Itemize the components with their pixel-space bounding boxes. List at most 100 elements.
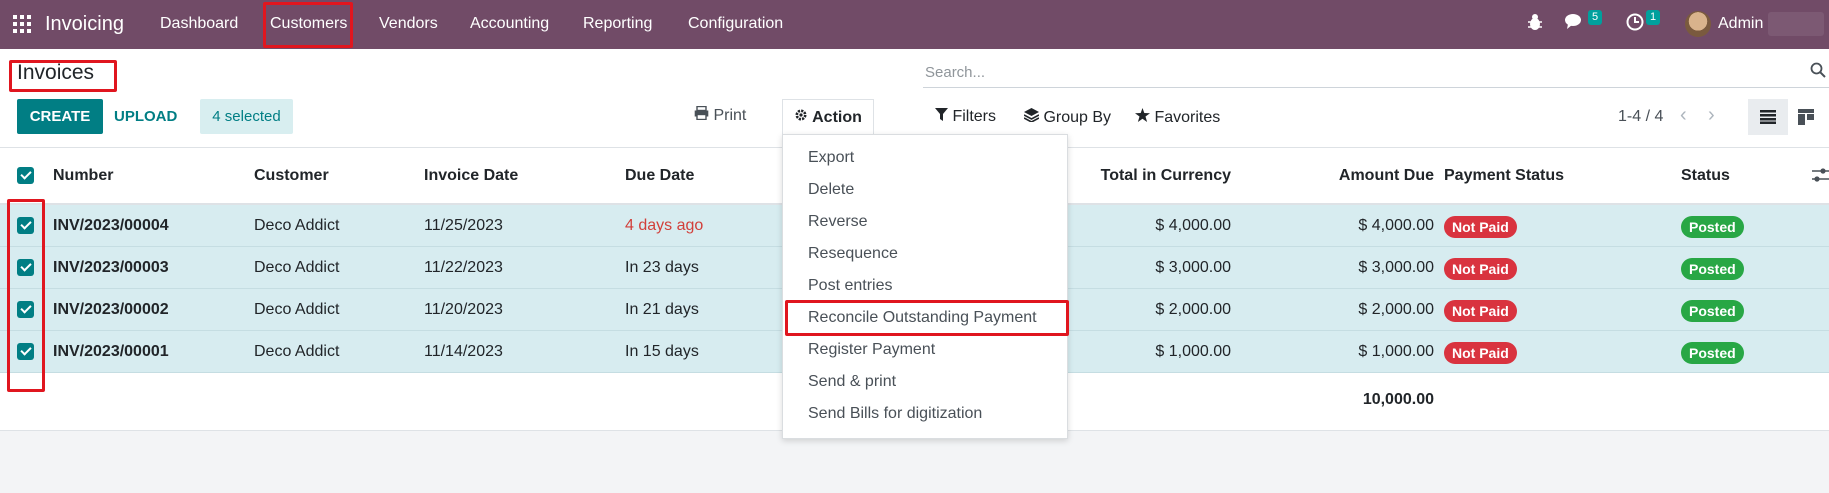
print-label: Print — [713, 107, 747, 124]
action-delete[interactable]: Delete — [808, 181, 854, 199]
amount-due: $ 2,000.00 — [1358, 301, 1434, 318]
favorites-label: Favorites — [1154, 109, 1221, 126]
menu-vendors[interactable]: Vendors — [379, 15, 438, 33]
list-footer-background — [0, 430, 1829, 493]
payment-status-badge: Not Paid — [1444, 216, 1517, 238]
activity-clock-icon[interactable] — [1626, 13, 1644, 36]
action-reconcile-outstanding-payment[interactable]: Reconcile Outstanding Payment — [808, 309, 1037, 327]
invoice-date: 11/20/2023 — [424, 301, 503, 318]
blurred-company — [1768, 12, 1824, 36]
kanban-view-button[interactable] — [1786, 99, 1826, 135]
app-menu-grid-icon[interactable] — [13, 15, 31, 33]
customer-name: Deco Addict — [254, 259, 340, 276]
customer-name: Deco Addict — [254, 217, 340, 234]
amount-due: $ 4,000.00 — [1358, 217, 1434, 234]
amount-due: $ 3,000.00 — [1358, 259, 1434, 276]
filter-icon — [935, 108, 948, 125]
payment-status-badge: Not Paid — [1444, 300, 1517, 322]
select-all-checkbox[interactable] — [17, 167, 34, 184]
action-send-and-print[interactable]: Send & print — [808, 373, 896, 391]
invoice-date: 11/14/2023 — [424, 343, 503, 360]
menu-reporting[interactable]: Reporting — [583, 15, 652, 33]
status-badge: Posted — [1681, 342, 1744, 364]
pager-previous-icon[interactable]: ‹ — [1680, 104, 1687, 127]
action-button[interactable]: Action — [782, 99, 874, 135]
action-send-bills-for-digitization[interactable]: Send Bills for digitization — [808, 405, 982, 423]
menu-configuration[interactable]: Configuration — [688, 15, 783, 33]
top-navbar: Invoicing Dashboard Customers Vendors Ac… — [0, 0, 1829, 49]
optional-columns-icon[interactable] — [1812, 167, 1829, 188]
due-date: 4 days ago — [625, 217, 704, 234]
due-date: In 15 days — [625, 343, 699, 360]
row-checkbox[interactable] — [17, 301, 34, 318]
invoice-number: INV/2023/00004 — [53, 217, 169, 234]
status-badge: Posted — [1681, 216, 1744, 238]
due-date: In 23 days — [625, 259, 699, 276]
user-name[interactable]: Admin — [1718, 15, 1763, 33]
payment-status-badge: Not Paid — [1444, 258, 1517, 280]
layers-icon — [1023, 108, 1040, 126]
filters-button[interactable]: Filters — [935, 108, 996, 126]
header-due-date[interactable]: Due Date — [625, 167, 694, 185]
header-customer[interactable]: Customer — [254, 167, 329, 185]
favorites-button[interactable]: Favorites — [1135, 108, 1220, 127]
row-checkbox[interactable] — [17, 343, 34, 360]
due-date: In 21 days — [625, 301, 699, 318]
action-register-payment[interactable]: Register Payment — [808, 341, 935, 359]
invoice-number: INV/2023/00001 — [53, 343, 169, 360]
list-view-icon — [1760, 110, 1776, 124]
search-input[interactable] — [923, 58, 1829, 88]
status-badge: Posted — [1681, 258, 1744, 280]
print-icon — [694, 105, 709, 124]
menu-customers[interactable]: Customers — [270, 15, 347, 33]
total-in-currency: $ 3,000.00 — [1155, 259, 1231, 276]
status-badge: Posted — [1681, 300, 1744, 322]
menu-dashboard[interactable]: Dashboard — [160, 15, 238, 33]
row-checkbox[interactable] — [17, 217, 34, 234]
action-reverse[interactable]: Reverse — [808, 213, 868, 231]
kanban-view-icon — [1798, 109, 1814, 125]
header-total-in-currency[interactable]: Total in Currency — [1069, 167, 1231, 185]
gear-icon — [794, 108, 808, 127]
header-number[interactable]: Number — [53, 167, 113, 185]
action-label: Action — [812, 108, 862, 126]
pager-value[interactable]: 1-4 / 4 — [1618, 108, 1663, 126]
invoice-number: INV/2023/00003 — [53, 259, 169, 276]
app-name[interactable]: Invoicing — [45, 13, 124, 36]
create-button[interactable]: CREATE — [17, 99, 103, 134]
selected-count: 4 selected — [200, 99, 293, 134]
row-checkbox[interactable] — [17, 259, 34, 276]
action-resequence[interactable]: Resequence — [808, 245, 898, 263]
action-export[interactable]: Export — [808, 149, 854, 167]
activities-badge: 1 — [1646, 10, 1661, 25]
filters-label: Filters — [952, 108, 997, 125]
upload-button[interactable]: UPLOAD — [114, 108, 177, 125]
total-in-currency: $ 4,000.00 — [1155, 217, 1231, 234]
action-dropdown-menu: Export Delete Reverse Resequence Post en… — [782, 134, 1068, 439]
page-title: Invoices — [17, 61, 95, 84]
group-by-button[interactable]: Group By — [1023, 108, 1111, 127]
search-icon[interactable] — [1810, 62, 1826, 83]
header-amount-due[interactable]: Amount Due — [1270, 167, 1434, 185]
total-in-currency: $ 2,000.00 — [1155, 301, 1231, 318]
star-icon — [1135, 108, 1150, 126]
header-status[interactable]: Status — [1681, 167, 1730, 185]
list-view-button[interactable] — [1748, 99, 1788, 135]
amount-due-total: 10,000.00 — [1362, 391, 1434, 408]
bug-icon[interactable] — [1527, 13, 1543, 36]
amount-due: $ 1,000.00 — [1358, 343, 1434, 360]
invoice-date: 11/25/2023 — [424, 217, 503, 234]
avatar[interactable] — [1685, 11, 1711, 37]
messages-badge: 5 — [1588, 10, 1603, 25]
customer-name: Deco Addict — [254, 343, 340, 360]
messages-icon[interactable] — [1565, 13, 1585, 36]
menu-accounting[interactable]: Accounting — [470, 15, 549, 33]
print-button[interactable]: Print — [694, 105, 747, 125]
invoice-number: INV/2023/00002 — [53, 301, 169, 318]
payment-status-badge: Not Paid — [1444, 342, 1517, 364]
customer-name: Deco Addict — [254, 301, 340, 318]
action-post-entries[interactable]: Post entries — [808, 277, 892, 295]
header-invoice-date[interactable]: Invoice Date — [424, 167, 518, 185]
pager-next-icon[interactable]: › — [1708, 104, 1715, 127]
header-payment-status[interactable]: Payment Status — [1444, 167, 1564, 185]
